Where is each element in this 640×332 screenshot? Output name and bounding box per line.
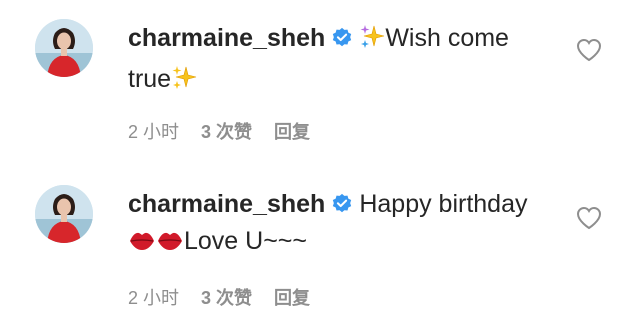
likes-count-link[interactable]: 3 次赞 [201, 122, 252, 142]
sparkles-icon [359, 24, 385, 61]
comment-timestamp[interactable]: 2 小时 [128, 288, 179, 308]
reply-button[interactable]: 回复 [274, 122, 310, 142]
comment-body: charmaine_sheh Wish come true [128, 20, 568, 102]
comment-timestamp[interactable]: 2 小时 [128, 122, 179, 142]
comment-text-continued: true [128, 65, 172, 93]
comment-meta: 2 小时 3 次赞 回复 [128, 284, 332, 310]
comment-item: charmaine_sheh Wish come true 2 小时 3 次赞 回复 [0, 0, 640, 166]
comment-text: Happy birthday [359, 190, 528, 218]
verified-badge-icon [331, 189, 353, 213]
comment-item: charmaine_sheh Happy birthday Love U~~~ 2 … [0, 166, 640, 332]
comment-meta: 2 小时 3 次赞 回复 [128, 118, 332, 144]
like-heart-icon[interactable] [576, 206, 602, 230]
verified-badge-icon [331, 23, 353, 47]
username-link[interactable]: charmaine_sheh [128, 190, 325, 218]
lips-icon [128, 227, 156, 264]
avatar[interactable] [35, 19, 93, 77]
avatar[interactable] [35, 185, 93, 243]
likes-count-link[interactable]: 3 次赞 [201, 288, 252, 308]
sparkles-icon [171, 65, 197, 102]
lips-icon [156, 227, 184, 264]
reply-button[interactable]: 回复 [274, 288, 310, 308]
comment-text: Wish come [385, 24, 509, 52]
like-heart-icon[interactable] [576, 38, 602, 62]
username-link[interactable]: charmaine_sheh [128, 24, 325, 52]
comment-text-continued: Love U~~~ [184, 227, 308, 255]
comment-body: charmaine_sheh Happy birthday Love U~~~ [128, 186, 568, 264]
